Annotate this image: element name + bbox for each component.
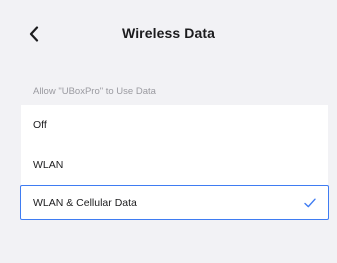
option-label: Off — [33, 119, 47, 131]
data-options-list: Off WLAN WLAN & Cellular Data — [20, 105, 329, 220]
navigation-bar: Wireless Data — [0, 0, 337, 72]
page-title: Wireless Data — [122, 25, 215, 41]
option-wlan[interactable]: WLAN — [21, 145, 328, 185]
option-label: WLAN & Cellular Data — [33, 196, 137, 209]
option-off[interactable]: Off — [21, 105, 328, 145]
option-wlan-cellular[interactable]: WLAN & Cellular Data — [20, 185, 329, 220]
wireless-data-screen: Wireless Data Allow "UBoxPro" to Use Dat… — [0, 0, 337, 263]
section-header: Allow "UBoxPro" to Use Data — [33, 86, 156, 97]
option-label: WLAN — [33, 159, 64, 171]
checkmark-icon — [304, 198, 316, 207]
